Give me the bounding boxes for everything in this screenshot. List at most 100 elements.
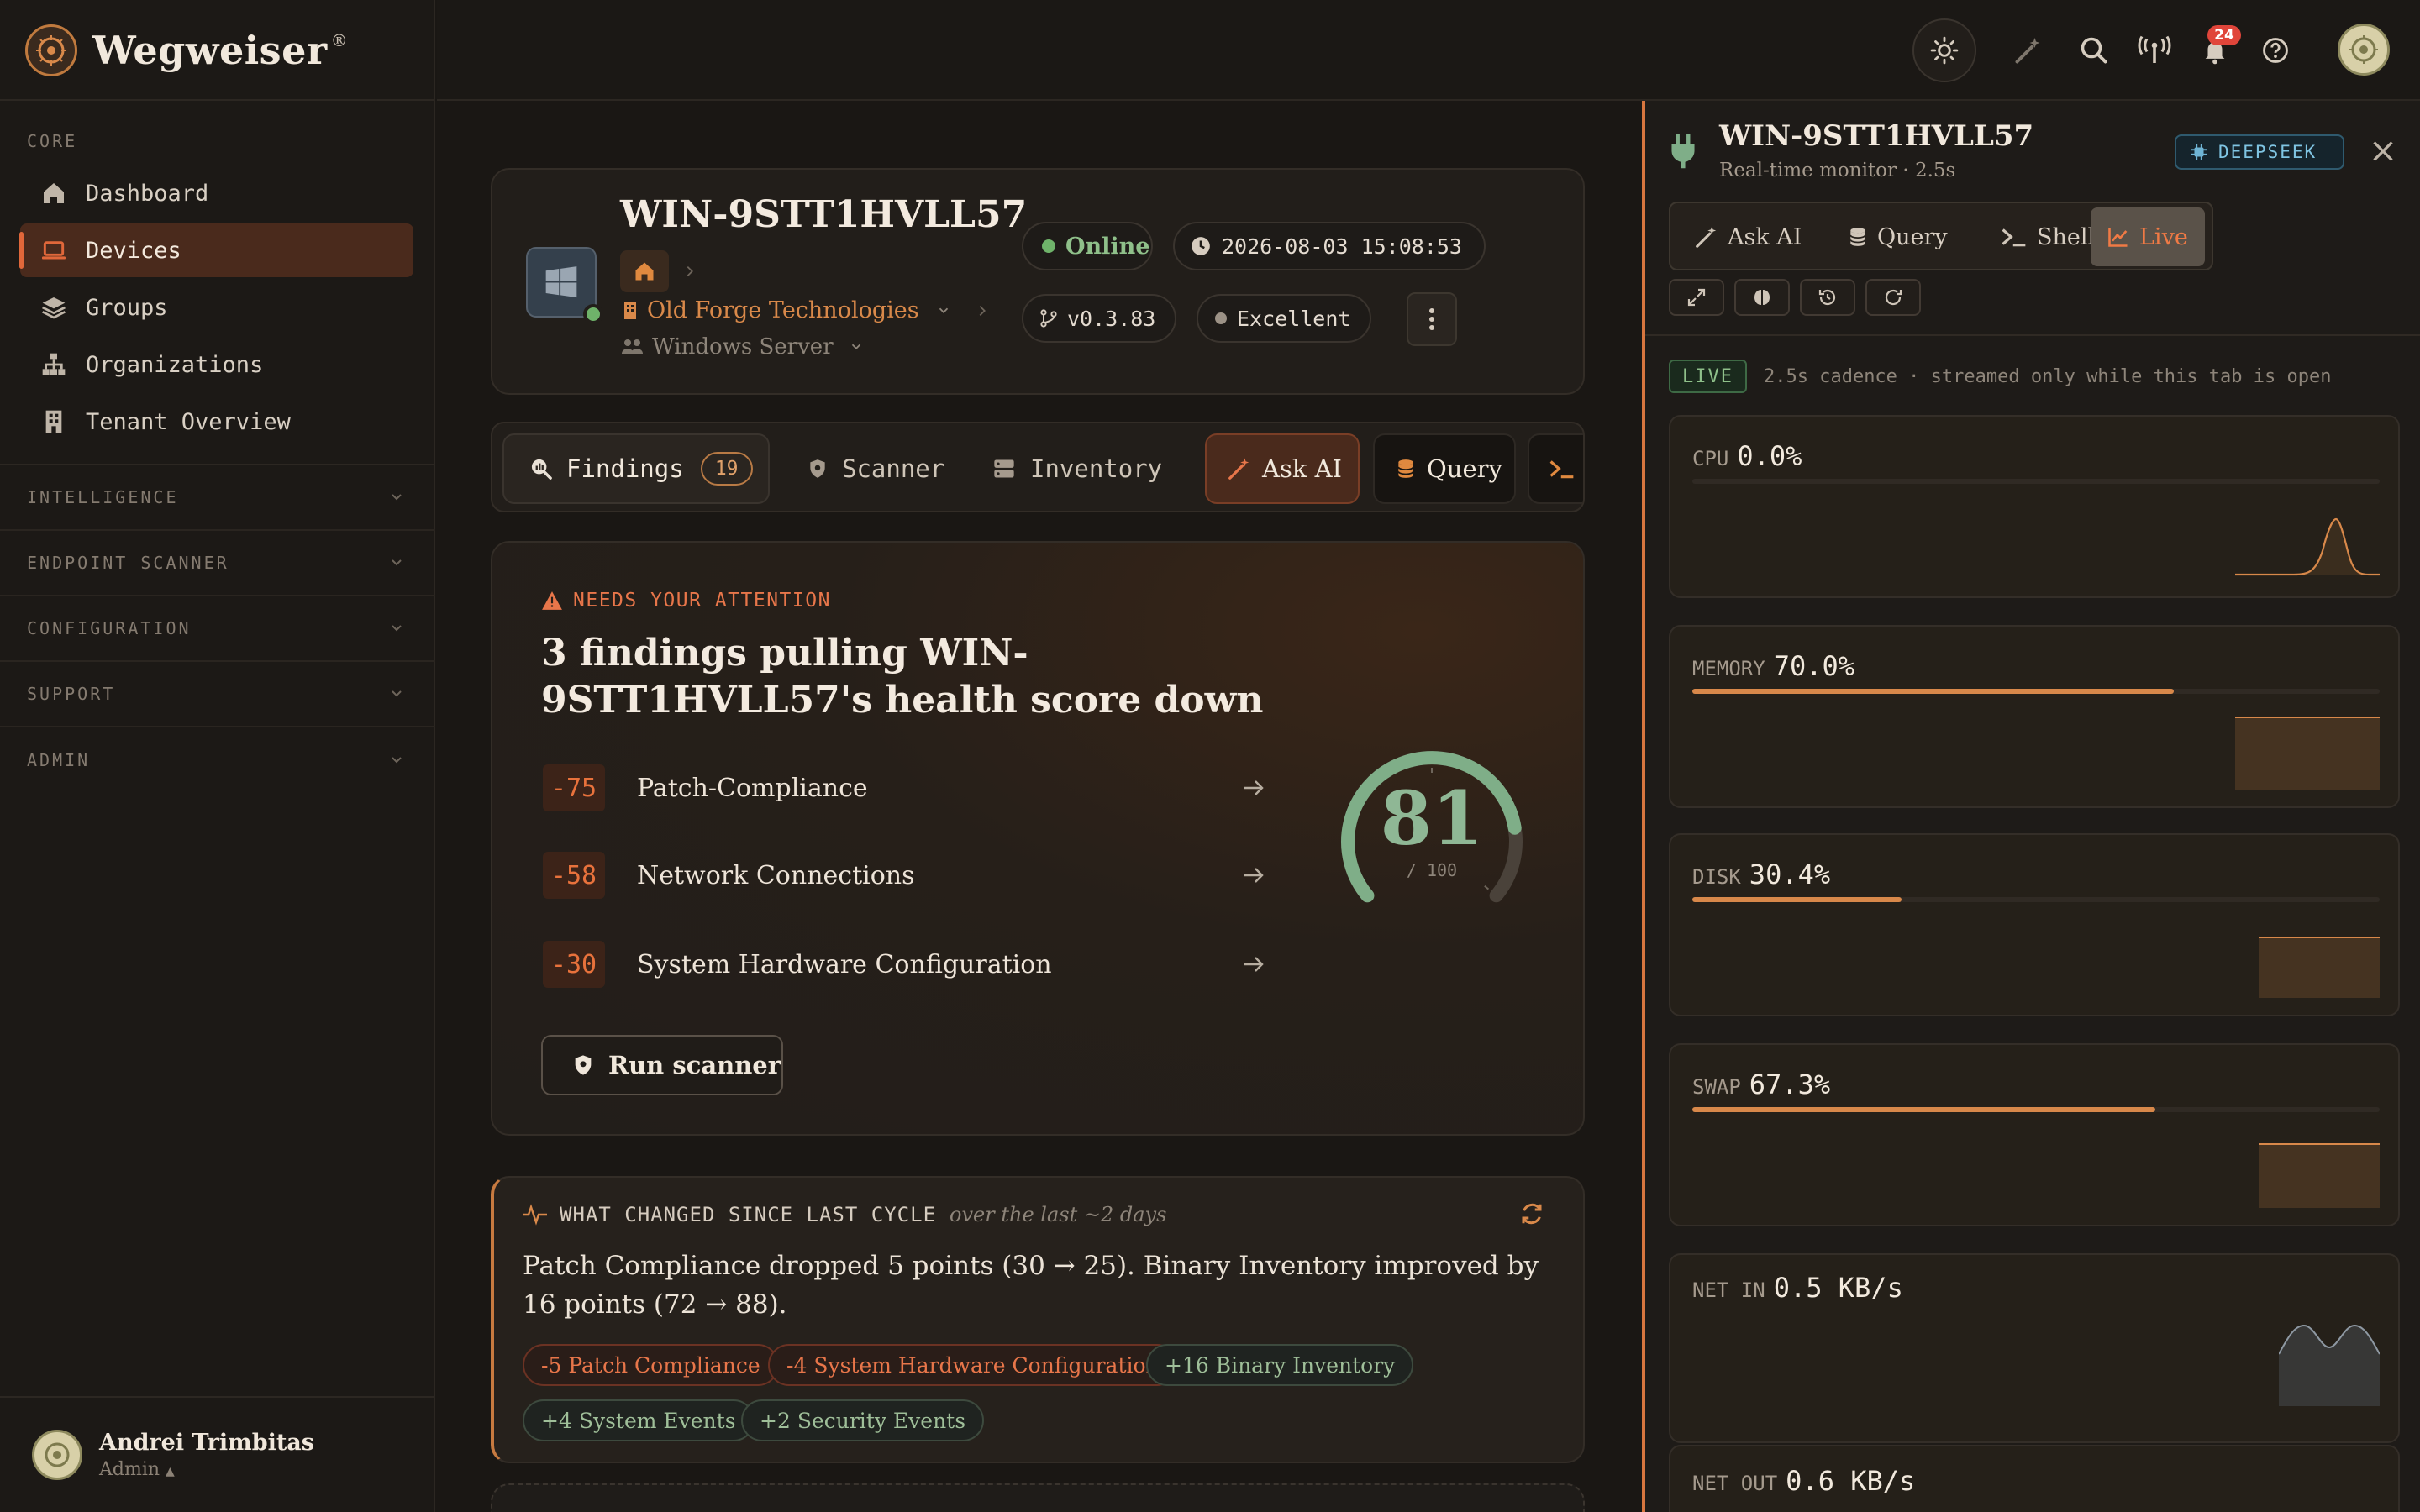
building-icon	[620, 300, 640, 322]
home-breadcrumb-button[interactable]	[620, 250, 669, 292]
section-label-core: CORE	[27, 131, 78, 151]
theme-toggle-button[interactable]	[1912, 18, 1976, 82]
sidebar-group-label: ADMIN	[27, 750, 91, 770]
history-button[interactable]	[1800, 279, 1855, 316]
tab-query[interactable]: Query	[1373, 433, 1516, 504]
ai-analyze-button[interactable]	[1734, 279, 1790, 316]
chip-label: Security Events	[797, 1408, 966, 1433]
search-icon	[2079, 35, 2109, 66]
magic-wand-icon	[1694, 224, 1719, 249]
sidebar-group-endpoint-scanner[interactable]: ENDPOINT SCANNER	[0, 531, 435, 596]
group-selector[interactable]: Windows Server	[620, 334, 864, 360]
panel-tab-live[interactable]: Live	[2091, 207, 2205, 266]
metric-bar-fill	[1692, 1107, 2155, 1112]
metric-value: 30.4%	[1749, 858, 1831, 890]
finding-row[interactable]: -75 Patch-Compliance	[543, 763, 1265, 813]
finding-name: Patch-Compliance	[637, 773, 868, 803]
sidebar-item-groups[interactable]: Groups	[20, 281, 413, 334]
finding-row[interactable]: -58 Network Connections	[543, 850, 1265, 900]
metric-label: CPU 0.0%	[1692, 440, 1802, 472]
help-icon	[2261, 36, 2290, 65]
panel-tab-label: Live	[2139, 223, 2188, 250]
tab-inventory[interactable]: Inventory	[971, 433, 1173, 504]
tab-label: Scanner	[842, 454, 945, 483]
change-chip[interactable]: +4 System Events	[523, 1399, 755, 1441]
metric-bar	[1692, 897, 2380, 902]
clock-icon	[1190, 235, 1212, 257]
line-chart-icon	[2106, 225, 2131, 249]
online-indicator	[583, 304, 603, 324]
broadcast-button[interactable]	[2134, 30, 2175, 71]
finding-row[interactable]: -30 System Hardware Configuration	[543, 939, 1265, 990]
live-monitor-panel: WIN-9STT1HVLL57 Real-time monitor · 2.5s…	[1642, 101, 2420, 1512]
metric-label: SWAP 67.3%	[1692, 1068, 1830, 1100]
finding-name: Network Connections	[637, 860, 915, 890]
panel-tab-query[interactable]: Query	[1832, 207, 1980, 266]
history-icon	[1818, 287, 1838, 307]
brand[interactable]: Wegweiser ®	[25, 24, 348, 77]
health-score-max: / 100	[1406, 860, 1458, 880]
metric-label: NET OUT 0.6 KB/s	[1692, 1465, 1915, 1497]
avatar[interactable]	[2338, 24, 2390, 76]
health-text: Excellent	[1237, 306, 1351, 331]
database-icon	[1395, 456, 1417, 481]
tab-scanner[interactable]: Scanner	[786, 433, 955, 504]
search-button[interactable]	[2074, 30, 2114, 71]
metric-label: MEMORY 70.0%	[1692, 650, 1854, 682]
tab-findings[interactable]: Findings 19	[502, 433, 770, 504]
organization-selector[interactable]: Old Forge Technologies	[620, 297, 990, 323]
chevron-down-icon	[849, 339, 864, 354]
sidebar-group-support[interactable]: SUPPORT	[0, 662, 435, 727]
sidebar-item-devices[interactable]: Devices	[19, 223, 413, 277]
magic-wand-button[interactable]	[2008, 30, 2049, 71]
changes-card: WHAT CHANGED SINCE LAST CYCLE over the l…	[491, 1176, 1585, 1463]
main-content: WIN-9STT1HVLL57 Old Forge Technologies W…	[437, 102, 1642, 1512]
refresh-button[interactable]	[1519, 1201, 1549, 1231]
tab-shell[interactable]	[1528, 433, 1583, 504]
organization-name: Old Forge Technologies	[647, 297, 919, 323]
sidebar-group-admin[interactable]: ADMIN	[0, 727, 435, 793]
brand-logo-icon	[25, 24, 77, 76]
server-icon	[992, 457, 1017, 480]
attention-kicker-text: NEEDS YOUR ATTENTION	[573, 590, 831, 612]
user-menu[interactable]: Andrei Trimbitas Admin ▲	[0, 1396, 435, 1512]
change-chip[interactable]: -5 Patch Compliance	[523, 1344, 779, 1386]
sidebar-group-intelligence[interactable]: INTELLIGENCE	[0, 465, 435, 531]
chevron-right-icon	[975, 303, 990, 318]
metric-bar	[1692, 689, 2380, 694]
panel-tab-label: Query	[1877, 223, 1948, 250]
change-chip[interactable]: +16 Binary Inventory	[1146, 1344, 1414, 1386]
device-tab-bar: Findings 19 Scanner Inventory Ask AI Que…	[491, 422, 1585, 512]
more-options-button[interactable]	[1407, 292, 1457, 346]
reload-button[interactable]	[1865, 279, 1921, 316]
help-button[interactable]	[2255, 30, 2296, 71]
panel-tab-label: Shell	[2037, 223, 2096, 250]
sidebar-item-organizations[interactable]: Organizations	[20, 338, 413, 391]
expand-button[interactable]	[1669, 279, 1724, 316]
chip-label: System Events	[578, 1408, 736, 1433]
tab-label: Query	[1427, 454, 1502, 483]
sidebar-item-dashboard[interactable]: Dashboard	[20, 166, 413, 220]
panel-tab-bar: Ask AI Query Shell Live	[1669, 202, 2213, 270]
close-panel-button[interactable]	[2368, 136, 2402, 170]
metric-label: NET IN 0.5 KB/s	[1692, 1272, 1903, 1304]
run-scanner-button[interactable]: Run scanner	[541, 1035, 783, 1095]
sidebar-item-tenant-overview[interactable]: Tenant Overview	[20, 395, 413, 449]
changes-title: WHAT CHANGED SINCE LAST CYCLE	[560, 1203, 937, 1226]
chip-label: System Hardware Configuration	[813, 1352, 1160, 1378]
breadcrumb	[620, 250, 697, 292]
change-chip[interactable]: -4 System Hardware Configuration	[768, 1344, 1178, 1386]
metric-card-memory: MEMORY 70.0%	[1669, 625, 2400, 808]
change-chip[interactable]: +2 Security Events	[741, 1399, 985, 1441]
chip-delta: +2	[760, 1408, 791, 1433]
metric-card-net-in: NET IN 0.5 KB/s	[1669, 1253, 2400, 1443]
arrow-right-icon	[1242, 865, 1265, 885]
panel-tab-label: Ask AI	[1728, 223, 1802, 250]
reload-icon	[1883, 287, 1903, 307]
tab-ask-ai[interactable]: Ask AI	[1205, 433, 1360, 504]
panel-tab-ask-ai[interactable]: Ask AI	[1676, 207, 1825, 266]
device-header-card: WIN-9STT1HVLL57 Old Forge Technologies W…	[491, 168, 1585, 395]
sidebar-group-configuration[interactable]: CONFIGURATION	[0, 596, 435, 662]
ai-model-badge[interactable]: DEEPSEEK	[2175, 134, 2344, 170]
chip-label: Binary Inventory	[1215, 1352, 1396, 1378]
